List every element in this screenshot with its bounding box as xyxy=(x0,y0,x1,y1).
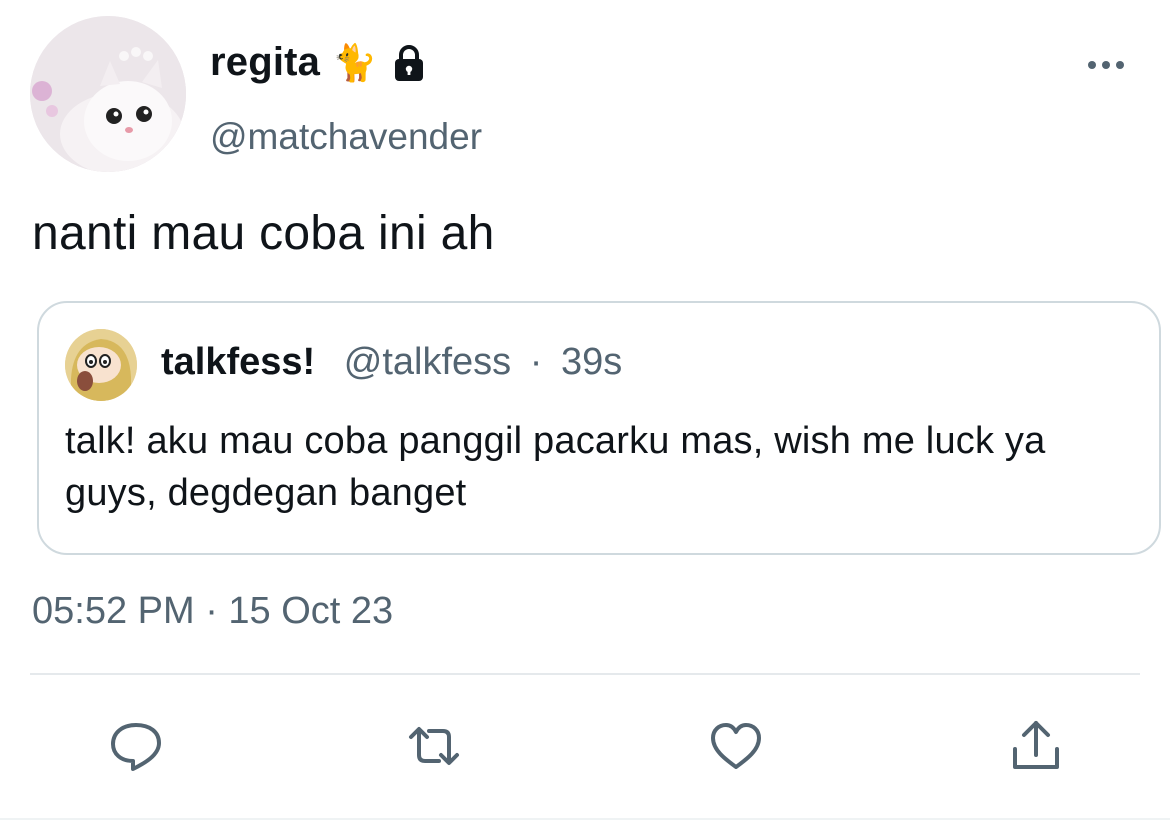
quoted-tweet-card[interactable]: talkfess! @talkfess · 39s talk! aku mau … xyxy=(37,301,1161,555)
quoted-separator: · xyxy=(529,341,543,383)
tweet-timestamp[interactable]: 05:52 PM · 15 Oct 23 xyxy=(32,590,393,633)
author-handle[interactable]: @matchavender xyxy=(210,116,482,158)
quoted-handle[interactable]: @talkfess xyxy=(344,341,511,383)
tweet-text: nanti mau coba ini ah xyxy=(32,207,495,260)
more-icon[interactable] xyxy=(1084,50,1128,80)
cartoon-avatar-image xyxy=(65,329,137,401)
share-icon xyxy=(1013,721,1059,769)
bottom-divider xyxy=(0,818,1170,820)
cat-avatar-image xyxy=(30,16,186,172)
quoted-time[interactable]: 39s xyxy=(561,341,622,383)
quoted-author-avatar[interactable] xyxy=(65,329,137,401)
cat-emoji-icon: 🐈 xyxy=(332,41,377,83)
like-icon xyxy=(711,723,761,769)
quoted-tweet-header: talkfess! @talkfess · 39s xyxy=(161,341,622,384)
share-button[interactable] xyxy=(1004,714,1068,778)
like-button[interactable] xyxy=(704,714,768,778)
author-avatar[interactable] xyxy=(30,16,186,172)
reply-button[interactable] xyxy=(104,714,168,778)
quoted-tweet-text: talk! aku mau coba panggil pacarku mas, … xyxy=(65,420,1046,514)
retweet-icon xyxy=(409,727,459,765)
retweet-button[interactable] xyxy=(402,714,466,778)
reply-icon xyxy=(111,723,161,771)
author-name-row: regita 🐈 xyxy=(210,40,429,85)
divider xyxy=(30,673,1140,675)
quoted-display-name[interactable]: talkfess! xyxy=(161,341,315,383)
lock-icon xyxy=(389,43,429,83)
author-display-name[interactable]: regita xyxy=(210,40,320,85)
